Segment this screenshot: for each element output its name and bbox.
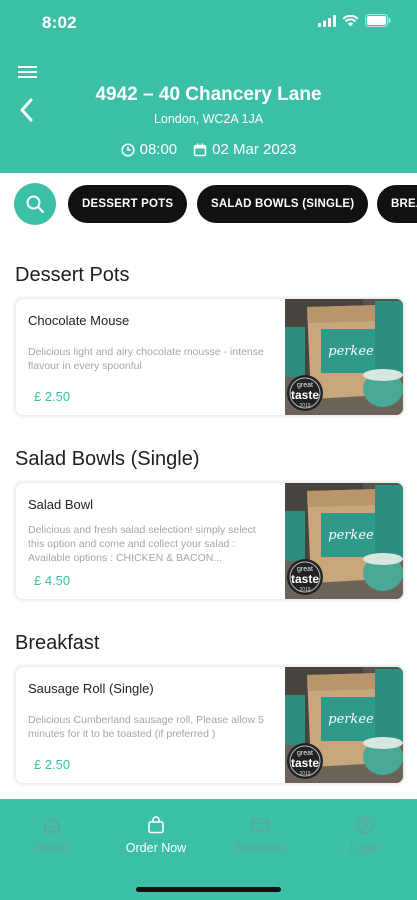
item-description: Delicious and fresh salad selection! sim… bbox=[28, 524, 256, 564]
tab-home[interactable]: Home bbox=[0, 815, 104, 855]
signal-icon bbox=[318, 14, 336, 27]
pickup-info: 08:00 02 Mar 2023 bbox=[0, 141, 417, 158]
section-title-dessert-pots: Dessert Pots bbox=[15, 264, 130, 286]
menu-button[interactable] bbox=[17, 64, 39, 82]
tab-label: Login bbox=[349, 841, 381, 855]
svg-text:taste: taste bbox=[291, 572, 319, 586]
item-name: Salad Bowl bbox=[28, 497, 94, 512]
category-chip-salad-bowls[interactable]: SALAD BOWLS (SINGLE) bbox=[197, 185, 369, 223]
search-button[interactable] bbox=[14, 183, 56, 225]
item-name: Sausage Roll (Single) bbox=[28, 681, 154, 696]
category-bar: DESSERT POTS SALAD BOWLS (SINGLE) BREAKF… bbox=[0, 173, 417, 233]
section-title-salad-bowls: Salad Bowls (Single) bbox=[15, 448, 200, 470]
product-image: perkee great taste 2019 bbox=[285, 483, 403, 600]
home-icon bbox=[44, 817, 60, 833]
item-description: Delicious Cumberland sausage roll, Pleas… bbox=[28, 714, 264, 740]
pickup-date[interactable]: 02 Mar 2023 bbox=[193, 141, 296, 158]
tab-login[interactable]: Login bbox=[313, 815, 417, 855]
menu-item-card[interactable]: Chocolate Mouse Delicious light and airy… bbox=[15, 298, 404, 416]
tab-label: Rewards bbox=[235, 841, 285, 855]
svg-text:perkee: perkee bbox=[328, 528, 374, 543]
search-icon bbox=[26, 195, 45, 214]
category-chip-dessert-pots[interactable]: DESSERT POTS bbox=[68, 185, 188, 223]
svg-text:taste: taste bbox=[291, 756, 319, 770]
item-name: Chocolate Mouse bbox=[28, 313, 130, 328]
wifi-icon bbox=[342, 14, 359, 26]
category-chip-breakfast[interactable]: BREAKFAST bbox=[377, 185, 417, 223]
calendar-icon bbox=[193, 143, 207, 156]
item-price: £ 4.50 bbox=[34, 573, 71, 588]
clock-icon bbox=[121, 142, 135, 157]
pickup-date-value: 02 Mar 2023 bbox=[212, 141, 297, 158]
tab-rewards[interactable]: Rewards bbox=[208, 815, 312, 855]
pickup-time[interactable]: 08:00 bbox=[121, 141, 178, 158]
tab-label: Home bbox=[35, 841, 69, 855]
home-indicator bbox=[136, 887, 281, 892]
item-description: Delicious light and airy chocolate mouss… bbox=[28, 346, 264, 372]
hamburger-icon bbox=[18, 66, 37, 78]
pickup-time-value: 08:00 bbox=[139, 141, 178, 158]
header: 8:02 4942 – 40 Chancery Lane London, WC2… bbox=[0, 0, 417, 173]
rewards-icon bbox=[251, 818, 269, 833]
menu-item-card[interactable]: Sausage Roll (Single) Delicious Cumberla… bbox=[15, 666, 404, 784]
store-title: 4942 – 40 Chancery Lane bbox=[95, 84, 322, 105]
svg-text:perkee: perkee bbox=[328, 344, 374, 359]
tab-label: Order Now bbox=[125, 841, 187, 855]
item-price: £ 2.50 bbox=[34, 757, 71, 772]
battery-icon bbox=[365, 14, 391, 27]
svg-text:2019: 2019 bbox=[299, 403, 310, 409]
status-time: 8:02 bbox=[42, 13, 77, 32]
bottom-tab-bar: Home Order Now Rewards Login bbox=[0, 799, 417, 900]
store-address: London, WC2A 1JA bbox=[153, 112, 264, 126]
product-image: perkee great taste 2019 bbox=[285, 299, 403, 416]
item-price: £ 2.50 bbox=[34, 389, 71, 404]
svg-text:2019: 2019 bbox=[299, 771, 310, 777]
status-icons bbox=[318, 14, 391, 27]
svg-text:2019: 2019 bbox=[299, 587, 310, 593]
svg-text:perkee: perkee bbox=[328, 712, 374, 727]
product-image: perkee great taste 2019 bbox=[285, 667, 403, 784]
bag-icon bbox=[148, 816, 164, 834]
user-icon bbox=[356, 816, 374, 834]
tab-order-now[interactable]: Order Now bbox=[104, 815, 208, 855]
svg-text:taste: taste bbox=[291, 388, 319, 402]
section-title-breakfast: Breakfast bbox=[15, 632, 100, 654]
menu-item-card[interactable]: Salad Bowl Delicious and fresh salad sel… bbox=[15, 482, 404, 600]
